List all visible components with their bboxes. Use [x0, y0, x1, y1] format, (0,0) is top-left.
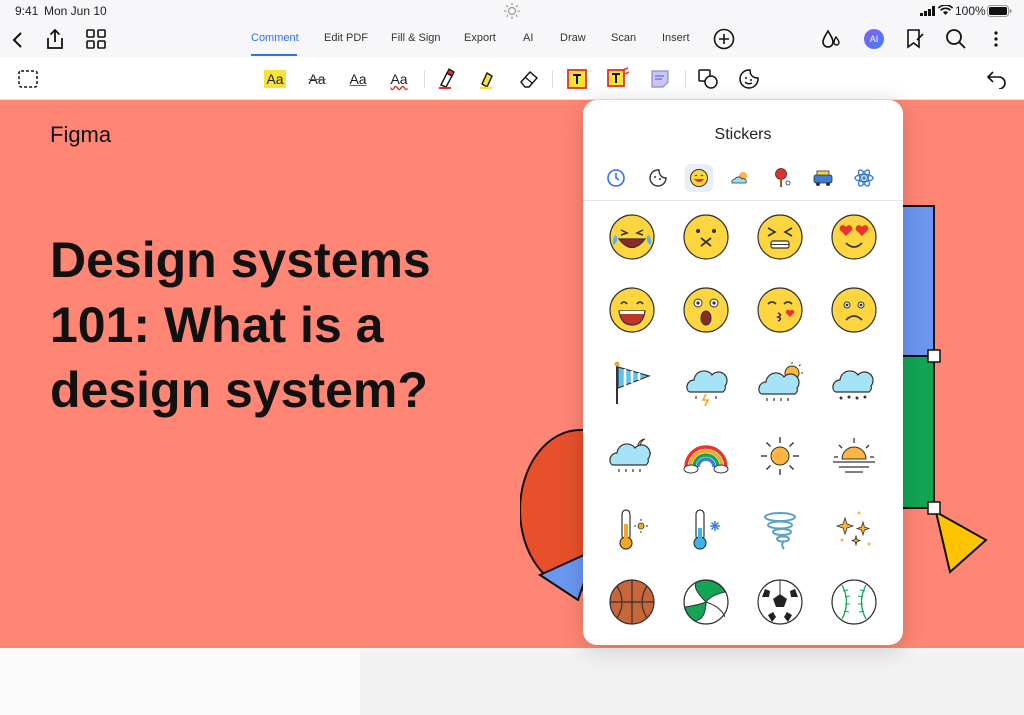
- sticker-thermometer-cold[interactable]: [681, 504, 731, 554]
- sticker-tornado[interactable]: [755, 504, 805, 554]
- grid-icon[interactable]: [86, 29, 106, 49]
- sticker-face-icon: [649, 169, 667, 187]
- emoji-icon: [690, 169, 708, 187]
- tab-insert[interactable]: Insert: [662, 32, 690, 44]
- tab-scan[interactable]: Scan: [611, 32, 636, 44]
- sticker-sad-face[interactable]: [829, 285, 879, 335]
- sticker-storm-cloud[interactable]: [681, 358, 731, 408]
- car-icon: [813, 170, 833, 186]
- sticker-soccer-ball[interactable]: [755, 577, 805, 627]
- category-science[interactable]: [850, 164, 878, 192]
- panel-divider: [583, 200, 903, 201]
- tab-edit-pdf[interactable]: Edit PDF: [324, 32, 368, 44]
- sticker-sparkles[interactable]: [829, 504, 879, 554]
- top-nav: Comment Edit PDF Fill & Sign Export AI D…: [0, 22, 1024, 58]
- sticker-baseball[interactable]: [829, 577, 879, 627]
- search-icon[interactable]: [945, 28, 967, 50]
- sticky-note-icon[interactable]: [649, 68, 671, 90]
- status-time: 9:41: [15, 4, 39, 18]
- pen-icon[interactable]: [437, 68, 459, 90]
- headline-line-2: 101: What is a: [50, 297, 384, 353]
- page-headline: Design systems 101: What is a design sys…: [50, 228, 490, 423]
- weather-icon: [731, 172, 747, 184]
- select-area-icon[interactable]: [18, 70, 38, 88]
- sticker-grinning-face[interactable]: [607, 285, 657, 335]
- sticker-basketball[interactable]: [607, 577, 657, 627]
- brightness-icon: [504, 3, 520, 19]
- page-bottom-area: [0, 648, 360, 715]
- category-travel[interactable]: [809, 164, 837, 192]
- tab-comment[interactable]: Comment: [251, 32, 299, 44]
- sticker-squinting-face[interactable]: [755, 212, 805, 262]
- battery-percent: 100%: [955, 4, 986, 18]
- status-date: Mon Jun 10: [44, 4, 107, 18]
- back-icon[interactable]: [10, 31, 26, 49]
- water-drops-icon[interactable]: [820, 28, 842, 50]
- underline-label: Aa: [349, 71, 367, 87]
- status-bar: 9:41 Mon Jun 10 100%: [0, 0, 1024, 22]
- ping-pong-icon: [775, 168, 791, 187]
- sticker-flag[interactable]: [607, 358, 657, 408]
- annotation-toolbar: Aa Aa Aa Aa: [0, 58, 1024, 100]
- category-sports[interactable]: [768, 164, 796, 192]
- sticker-volleyball[interactable]: [681, 577, 731, 627]
- sticker-snow-cloud[interactable]: [829, 358, 879, 408]
- more-icon[interactable]: [993, 30, 999, 48]
- toolbar-divider: [685, 70, 686, 88]
- squiggly-label: Aa: [390, 71, 408, 87]
- sticker-dizzy-face[interactable]: [681, 212, 731, 262]
- highlight-text-button[interactable]: Aa: [262, 66, 288, 92]
- sticker-moon-cloud-rain[interactable]: [607, 431, 657, 481]
- share-icon[interactable]: [44, 28, 66, 50]
- bookmark-edit-icon[interactable]: [905, 28, 925, 50]
- sticker-rainbow[interactable]: [681, 431, 731, 481]
- battery-icon: [987, 5, 1012, 17]
- tab-draw[interactable]: Draw: [560, 32, 586, 44]
- panel-title: Stickers: [714, 126, 772, 143]
- category-weather[interactable]: [726, 164, 754, 192]
- toolbar-divider: [552, 70, 553, 88]
- eraser-icon[interactable]: [518, 68, 540, 90]
- clock-icon: [607, 169, 625, 187]
- sticker-surprised-face[interactable]: [681, 285, 731, 335]
- sticker-kissing-face[interactable]: [755, 285, 805, 335]
- category-emoji[interactable]: [685, 164, 713, 192]
- ai-badge-label: AI: [869, 34, 879, 44]
- strikethrough-label: Aa: [308, 71, 326, 87]
- wifi-icon: [938, 5, 953, 15]
- category-recent[interactable]: [602, 164, 630, 192]
- squiggly-text-button[interactable]: Aa: [386, 66, 412, 92]
- sticker-sun-cloud-rain[interactable]: [755, 358, 805, 408]
- headline-line-3: design system?: [50, 362, 428, 418]
- undo-icon[interactable]: [986, 69, 1008, 89]
- tab-ai[interactable]: AI: [523, 32, 533, 44]
- cellular-icon: [920, 6, 935, 16]
- sticker-icon[interactable]: [738, 68, 760, 90]
- atom-icon: [854, 169, 874, 187]
- sticker-thermometer-hot[interactable]: [607, 504, 657, 554]
- sticker-sun[interactable]: [755, 431, 805, 481]
- strikethrough-text-button[interactable]: Aa: [304, 66, 330, 92]
- brand-logo-text: Figma: [50, 122, 112, 147]
- category-stickers[interactable]: [644, 164, 672, 192]
- highlight-text-label: Aa: [264, 70, 286, 88]
- sticker-sunset[interactable]: [829, 431, 879, 481]
- active-tab-indicator: [251, 54, 297, 56]
- headline-line-1: Design systems: [50, 232, 431, 288]
- add-tool-icon[interactable]: [713, 28, 735, 50]
- sticker-heart-eyes[interactable]: [829, 212, 879, 262]
- toolbar-divider: [424, 70, 425, 88]
- next-page-edge: [360, 654, 1024, 715]
- sticker-laughing-tears[interactable]: [607, 212, 657, 262]
- ai-assistant-button[interactable]: AI: [864, 29, 884, 49]
- shapes-icon[interactable]: [697, 68, 719, 90]
- tab-export[interactable]: Export: [464, 32, 496, 44]
- text-callout-icon[interactable]: [606, 67, 630, 91]
- tab-fill-sign[interactable]: Fill & Sign: [391, 32, 441, 44]
- highlighter-icon[interactable]: [477, 68, 499, 90]
- stickers-panel: Stickers: [583, 100, 903, 645]
- underline-text-button[interactable]: Aa: [345, 66, 371, 92]
- text-box-icon[interactable]: [566, 68, 588, 90]
